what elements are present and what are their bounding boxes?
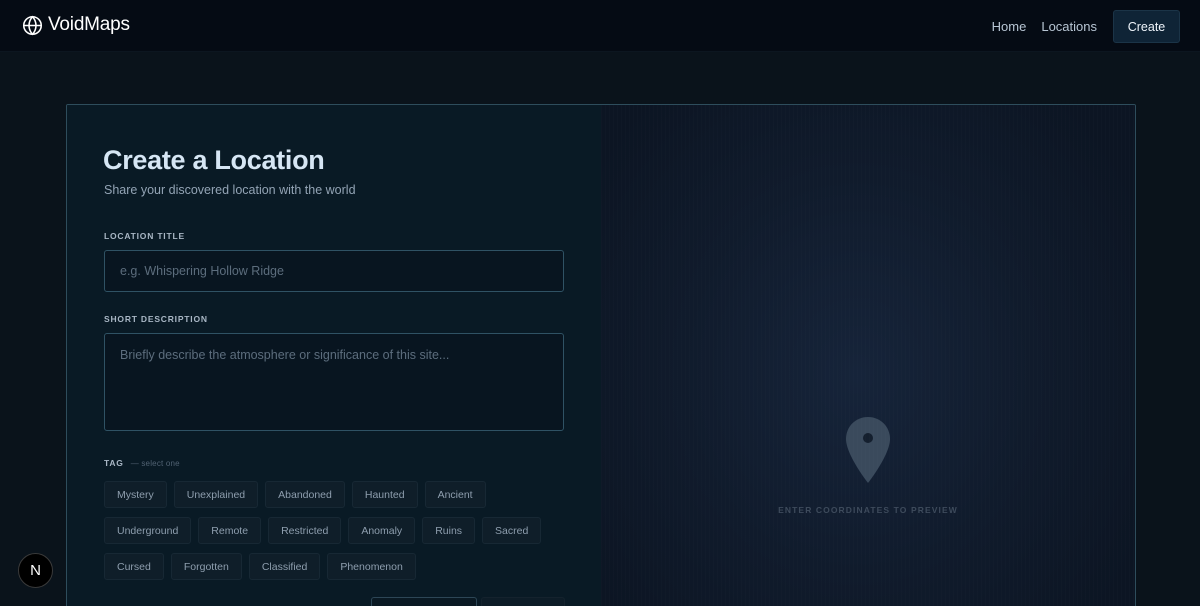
map-pin-icon	[846, 417, 890, 483]
tag-row: Cursed Forgotten Classified Phenomenon	[104, 553, 574, 580]
tag-forgotten[interactable]: Forgotten	[170, 553, 242, 580]
brand-name: VoidMaps	[48, 14, 130, 35]
page-title: Create a Location	[103, 145, 325, 175]
tag-anomaly[interactable]: Anomaly	[348, 517, 416, 544]
location-title-label: LOCATION TITLE	[104, 231, 185, 241]
short-description-label: SHORT DESCRIPTION	[104, 314, 208, 324]
tag-unexplained[interactable]: Unexplained	[173, 481, 259, 508]
preview-caption: ENTER COORDINATES TO PREVIEW	[778, 505, 958, 515]
form-pane: Create a Location Share your discovered …	[67, 105, 601, 606]
map-preview-pane: ENTER COORDINATES TO PREVIEW	[601, 105, 1135, 606]
form-secondary-button[interactable]	[371, 597, 477, 606]
nav-link-home[interactable]: Home	[992, 19, 1027, 34]
tag-ruins[interactable]: Ruins	[422, 517, 476, 544]
short-description-textarea[interactable]	[104, 333, 564, 431]
tag-options: Mystery Unexplained Abandoned Haunted An…	[104, 481, 574, 589]
tag-mystery[interactable]: Mystery	[104, 481, 167, 508]
tag-sacred[interactable]: Sacred	[482, 517, 542, 544]
tag-row: Underground Remote Restricted Anomaly Ru…	[104, 517, 574, 544]
tag-phenomenon[interactable]: Phenomenon	[327, 553, 416, 580]
tag-cursed[interactable]: Cursed	[104, 553, 164, 580]
form-primary-button[interactable]	[481, 597, 565, 606]
tag-ancient[interactable]: Ancient	[424, 481, 486, 508]
tag-hint: — select one	[130, 459, 180, 468]
create-location-card: Create a Location Share your discovered …	[66, 104, 1136, 606]
navbar: VoidMaps Home Locations Create	[0, 0, 1200, 52]
location-title-input[interactable]	[104, 250, 564, 292]
tag-remote[interactable]: Remote	[198, 517, 262, 544]
tag-label-group: TAG — select one	[104, 458, 180, 468]
nav-links: Home Locations Create	[992, 10, 1180, 43]
nav-link-locations[interactable]: Locations	[1041, 19, 1097, 34]
tag-abandoned[interactable]: Abandoned	[265, 481, 345, 508]
nav-create-button[interactable]: Create	[1113, 10, 1180, 43]
tag-underground[interactable]: Underground	[104, 517, 192, 544]
n-badge-button[interactable]: N	[18, 553, 53, 588]
tag-row: Mystery Unexplained Abandoned Haunted An…	[104, 481, 574, 508]
tag-label: TAG	[104, 458, 124, 468]
tag-restricted[interactable]: Restricted	[268, 517, 342, 544]
page-subtitle: Share your discovered location with the …	[104, 183, 356, 197]
tag-haunted[interactable]: Haunted	[351, 481, 418, 508]
brand-logo[interactable]: VoidMaps	[22, 14, 130, 36]
tag-classified[interactable]: Classified	[248, 553, 321, 580]
globe-icon	[22, 15, 43, 35]
